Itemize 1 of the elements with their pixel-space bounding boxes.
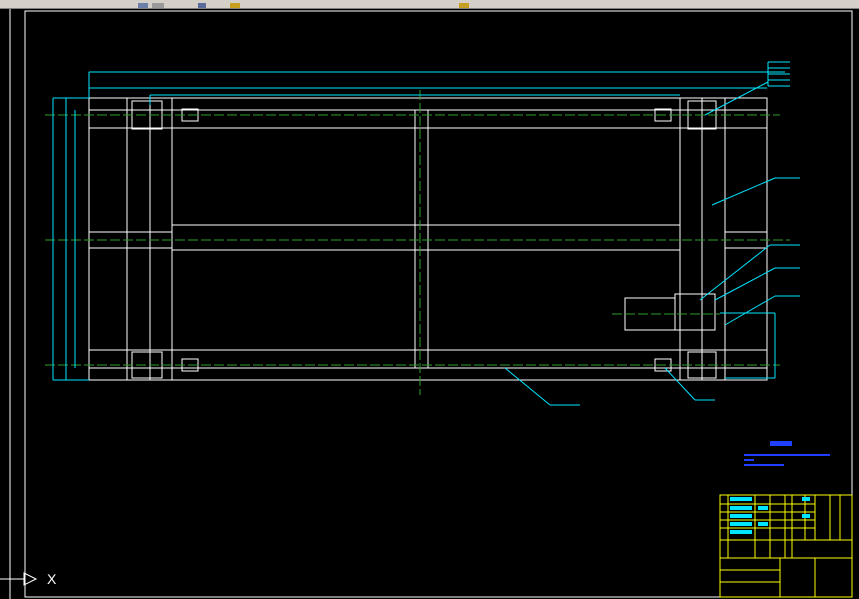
axis-label: X [47, 572, 56, 586]
